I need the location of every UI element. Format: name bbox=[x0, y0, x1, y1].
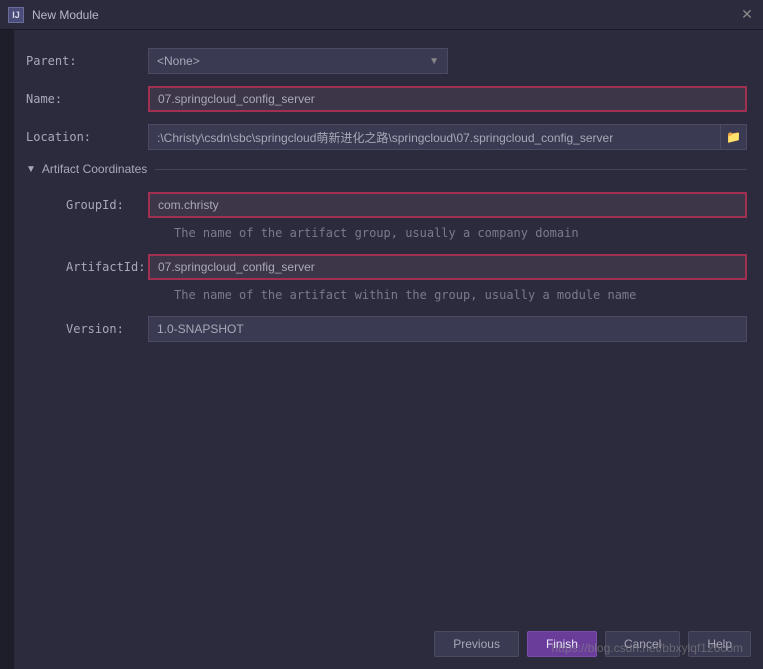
parent-value: <None> bbox=[157, 54, 200, 68]
artifact-section-title: Artifact Coordinates bbox=[42, 162, 147, 176]
artifactid-row: ArtifactId: 07.springcloud_config_server bbox=[26, 254, 747, 280]
location-label: Location: bbox=[26, 130, 148, 144]
collapse-arrow-icon: ▼ bbox=[26, 164, 36, 175]
name-label: Name: bbox=[26, 92, 148, 106]
name-row: Name: 07.springcloud_config_server bbox=[26, 86, 747, 112]
chevron-down-icon: ▼ bbox=[429, 56, 439, 67]
artifactid-input[interactable]: 07.springcloud_config_server bbox=[148, 254, 747, 280]
button-bar: Previous Finish Cancel Help bbox=[434, 631, 751, 657]
window-title: New Module bbox=[32, 8, 739, 22]
name-value: 07.springcloud_config_server bbox=[158, 92, 315, 106]
parent-select[interactable]: <None> ▼ bbox=[148, 48, 448, 74]
location-value: :\Christy\csdn\sbc\springcloud萌新进化之路\spr… bbox=[157, 129, 613, 146]
groupid-value: com.christy bbox=[158, 198, 219, 212]
groupid-input[interactable]: com.christy bbox=[148, 192, 747, 218]
location-input[interactable]: :\Christy\csdn\sbc\springcloud萌新进化之路\spr… bbox=[148, 124, 721, 150]
version-label: Version: bbox=[26, 322, 148, 336]
help-button[interactable]: Help bbox=[688, 631, 751, 657]
version-input[interactable]: 1.0-SNAPSHOT bbox=[148, 316, 747, 342]
artifactid-help: The name of the artifact within the grou… bbox=[174, 288, 747, 302]
groupid-help: The name of the artifact group, usually … bbox=[174, 226, 747, 240]
artifactid-label: ArtifactId: bbox=[26, 260, 148, 274]
cancel-button[interactable]: Cancel bbox=[605, 631, 680, 657]
name-input[interactable]: 07.springcloud_config_server bbox=[148, 86, 747, 112]
titlebar: IJ New Module ✕ bbox=[0, 0, 763, 30]
finish-button[interactable]: Finish bbox=[527, 631, 597, 657]
location-row: Location: :\Christy\csdn\sbc\springcloud… bbox=[26, 124, 747, 150]
parent-label: Parent: bbox=[26, 54, 148, 68]
parent-row: Parent: <None> ▼ bbox=[26, 48, 747, 74]
browse-folder-icon[interactable]: 📁 bbox=[721, 124, 747, 150]
location-field: :\Christy\csdn\sbc\springcloud萌新进化之路\spr… bbox=[148, 124, 747, 150]
artifactid-value: 07.springcloud_config_server bbox=[158, 260, 315, 274]
dialog-content: Parent: <None> ▼ Name: 07.springcloud_co… bbox=[10, 30, 763, 342]
artifact-coords-toggle[interactable]: ▼ Artifact Coordinates bbox=[26, 162, 747, 176]
close-icon[interactable]: ✕ bbox=[739, 7, 755, 23]
fieldset-divider bbox=[155, 169, 747, 170]
groupid-row: GroupId: com.christy bbox=[26, 192, 747, 218]
version-row: Version: 1.0-SNAPSHOT bbox=[26, 316, 747, 342]
previous-button[interactable]: Previous bbox=[434, 631, 519, 657]
app-icon: IJ bbox=[8, 7, 24, 23]
groupid-label: GroupId: bbox=[26, 198, 148, 212]
version-value: 1.0-SNAPSHOT bbox=[157, 322, 244, 336]
left-gutter bbox=[0, 30, 14, 669]
